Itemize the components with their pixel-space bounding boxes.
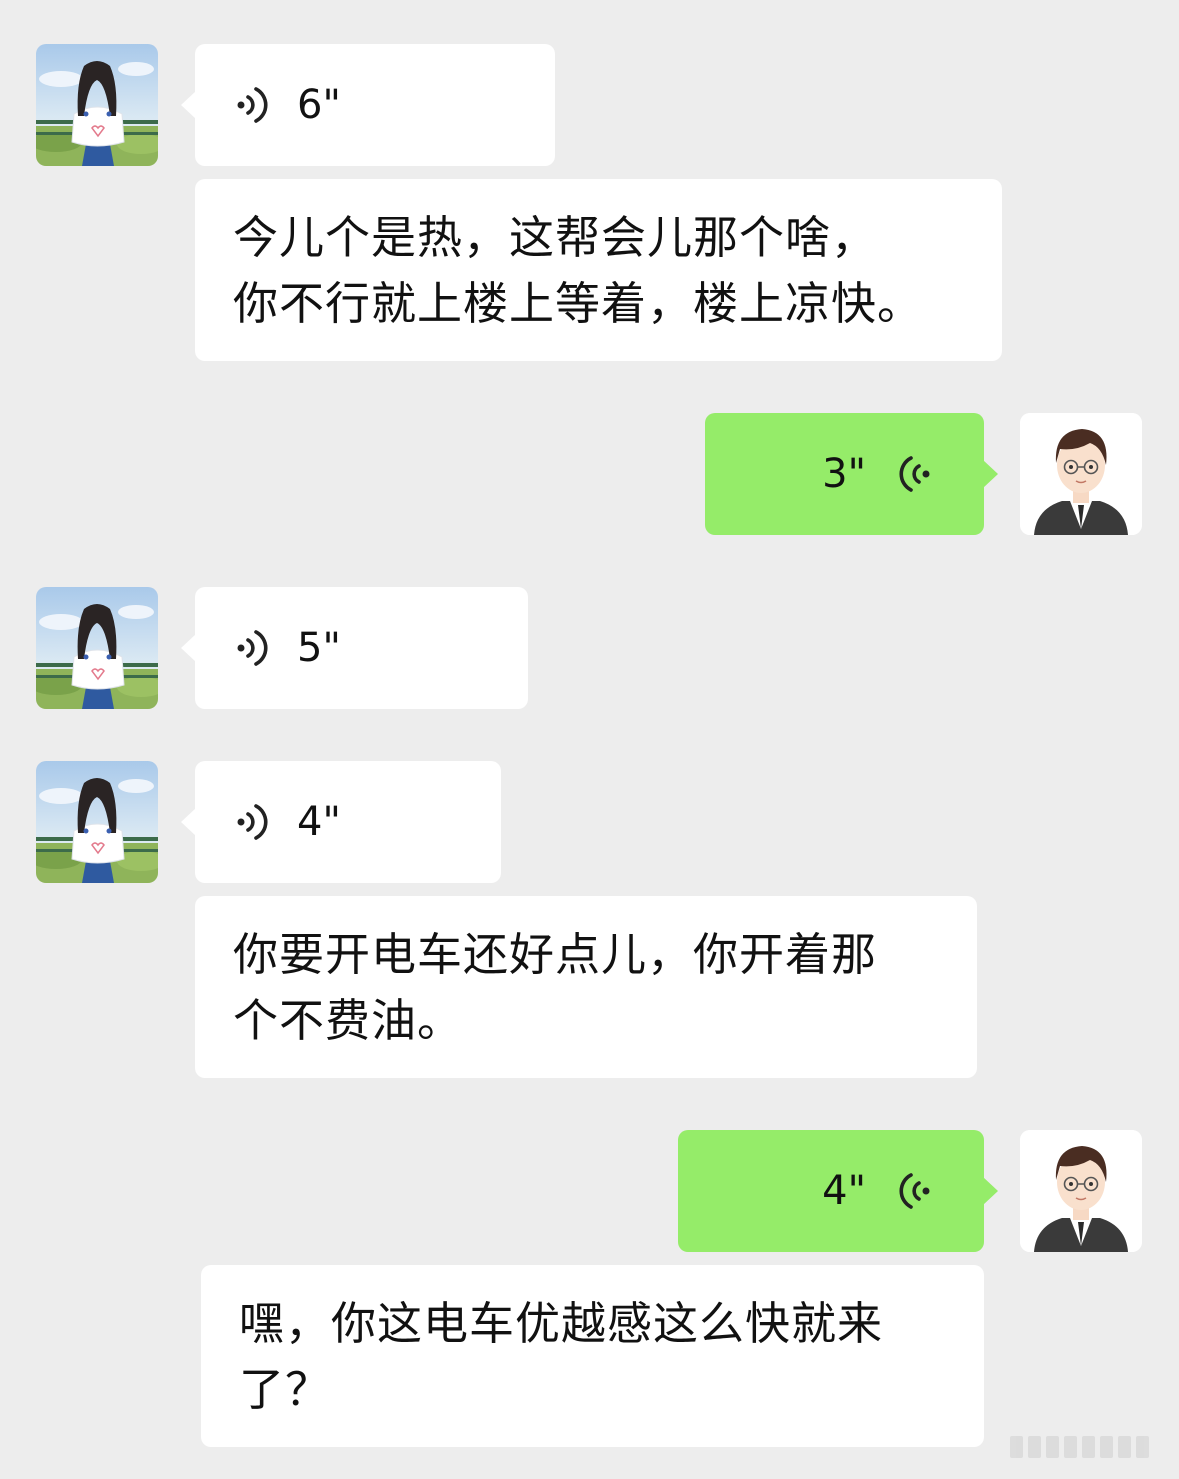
boy-avatar-image xyxy=(1020,413,1142,535)
voice-message-bubble-outgoing[interactable]: 3" xyxy=(705,413,998,535)
voice-transcript-bubble[interactable]: 你要开电车还好点儿，你开着那 个不费油。 xyxy=(195,896,977,1078)
voice-duration: 5" xyxy=(297,625,341,671)
voice-message-bubble[interactable]: 6" xyxy=(181,44,555,166)
voice-message-bubble[interactable]: 5" xyxy=(181,587,528,709)
girl-avatar-image xyxy=(36,587,158,709)
voice-wave-icon xyxy=(894,452,932,496)
voice-transcript-bubble[interactable]: 今儿个是热，这帮会儿那个啥， 你不行就上楼上等着，楼上凉快。 xyxy=(195,179,1002,361)
voice-message-bubble[interactable]: 4" xyxy=(181,761,501,883)
voice-wave-icon xyxy=(894,1169,932,1213)
voice-wave-icon xyxy=(235,626,273,670)
voice-duration: 4" xyxy=(822,1168,866,1214)
transcript-text: 嘿，你这电车优越感这么快就来 了？ xyxy=(239,1297,884,1416)
contact-avatar[interactable] xyxy=(36,44,158,166)
voice-wave-icon xyxy=(235,800,273,844)
watermark-mark xyxy=(1010,1436,1149,1458)
contact-avatar[interactable] xyxy=(36,587,158,709)
voice-duration: 6" xyxy=(297,82,341,128)
girl-avatar-image xyxy=(36,761,158,883)
boy-avatar-image xyxy=(1020,1130,1142,1252)
voice-wave-icon xyxy=(235,83,273,127)
voice-duration: 3" xyxy=(822,451,866,497)
transcript-text: 今儿个是热，这帮会儿那个啥， 你不行就上楼上等着，楼上凉快。 xyxy=(233,211,924,330)
voice-transcript-bubble[interactable]: 嘿，你这电车优越感这么快就来 了？ xyxy=(201,1265,984,1447)
contact-avatar[interactable] xyxy=(36,761,158,883)
transcript-text: 你要开电车还好点儿，你开着那 个不费油。 xyxy=(233,928,878,1047)
my-avatar[interactable] xyxy=(1020,1130,1142,1252)
voice-duration: 4" xyxy=(297,799,341,845)
girl-avatar-image xyxy=(36,44,158,166)
voice-message-bubble-outgoing[interactable]: 4" xyxy=(678,1130,998,1252)
my-avatar[interactable] xyxy=(1020,413,1142,535)
